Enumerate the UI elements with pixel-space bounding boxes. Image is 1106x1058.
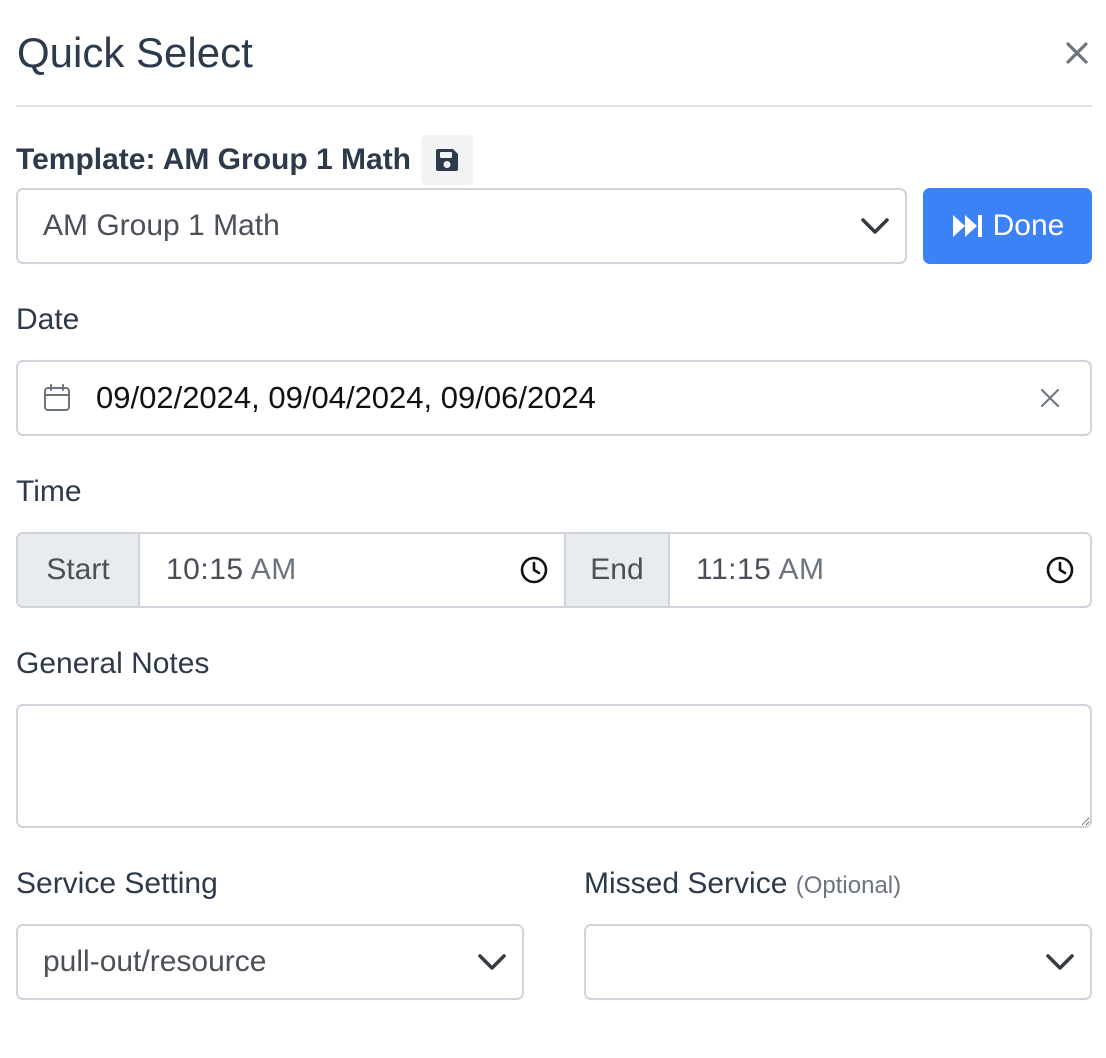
missed-service-select[interactable] — [584, 924, 1092, 1000]
optional-label: (Optional) — [795, 872, 902, 899]
service-setting-value: pull-out/resource — [43, 945, 267, 978]
date-picker-input[interactable]: 09/02/2024, 09/04/2024, 09/06/2024 — [16, 360, 1092, 436]
time-label: Time — [16, 475, 82, 508]
panel-header: Quick Select — [16, 0, 1092, 107]
template-select[interactable]: AM Group 1 Math — [16, 188, 907, 264]
end-time-value: 11:15 — [696, 553, 772, 586]
start-time-input[interactable]: 10:15 AM — [140, 534, 564, 606]
start-time-ampm: AM — [250, 553, 297, 586]
fast-forward-icon — [952, 215, 982, 237]
clock-icon[interactable] — [504, 555, 564, 585]
clear-icon — [1041, 389, 1059, 407]
general-notes-label: General Notes — [16, 647, 210, 680]
chevron-down-icon — [462, 926, 522, 998]
date-label: Date — [16, 303, 80, 336]
quick-select-panel: Quick Select Template: AM Group 1 Math A… — [0, 0, 1106, 1058]
close-button[interactable] — [1062, 38, 1092, 68]
chevron-down-icon — [845, 190, 905, 262]
done-button[interactable]: Done — [923, 188, 1092, 264]
page-title: Quick Select — [17, 29, 253, 76]
save-template-button[interactable] — [421, 135, 474, 185]
done-button-label: Done — [992, 209, 1065, 242]
clock-icon[interactable] — [1030, 555, 1090, 585]
missed-service-label-row: Missed Service (Optional) — [584, 866, 901, 904]
start-addon: Start — [18, 534, 140, 606]
close-icon — [1066, 42, 1088, 64]
end-time-input[interactable]: 11:15 AM — [670, 534, 1090, 606]
chevron-down-icon — [1030, 926, 1090, 998]
save-icon — [436, 149, 459, 171]
date-value: 09/02/2024, 09/04/2024, 09/06/2024 — [96, 380, 596, 415]
end-addon: End — [564, 534, 670, 606]
end-time-ampm: AM — [778, 553, 825, 586]
missed-service-label: Missed Service — [584, 867, 788, 900]
clear-dates-button[interactable] — [1010, 388, 1090, 408]
time-input-group: Start 10:15 AM End 11:15 AM — [16, 532, 1092, 608]
service-setting-label: Service Setting — [16, 867, 218, 900]
template-select-value: AM Group 1 Math — [43, 209, 280, 242]
template-label: Template: AM Group 1 Math — [16, 143, 412, 176]
general-notes-textarea[interactable] — [16, 704, 1092, 828]
template-label-row: Template: AM Group 1 Math — [16, 134, 474, 186]
start-time-value: 10:15 — [166, 553, 244, 586]
calendar-icon — [18, 383, 96, 413]
service-setting-select[interactable]: pull-out/resource — [16, 924, 524, 1000]
